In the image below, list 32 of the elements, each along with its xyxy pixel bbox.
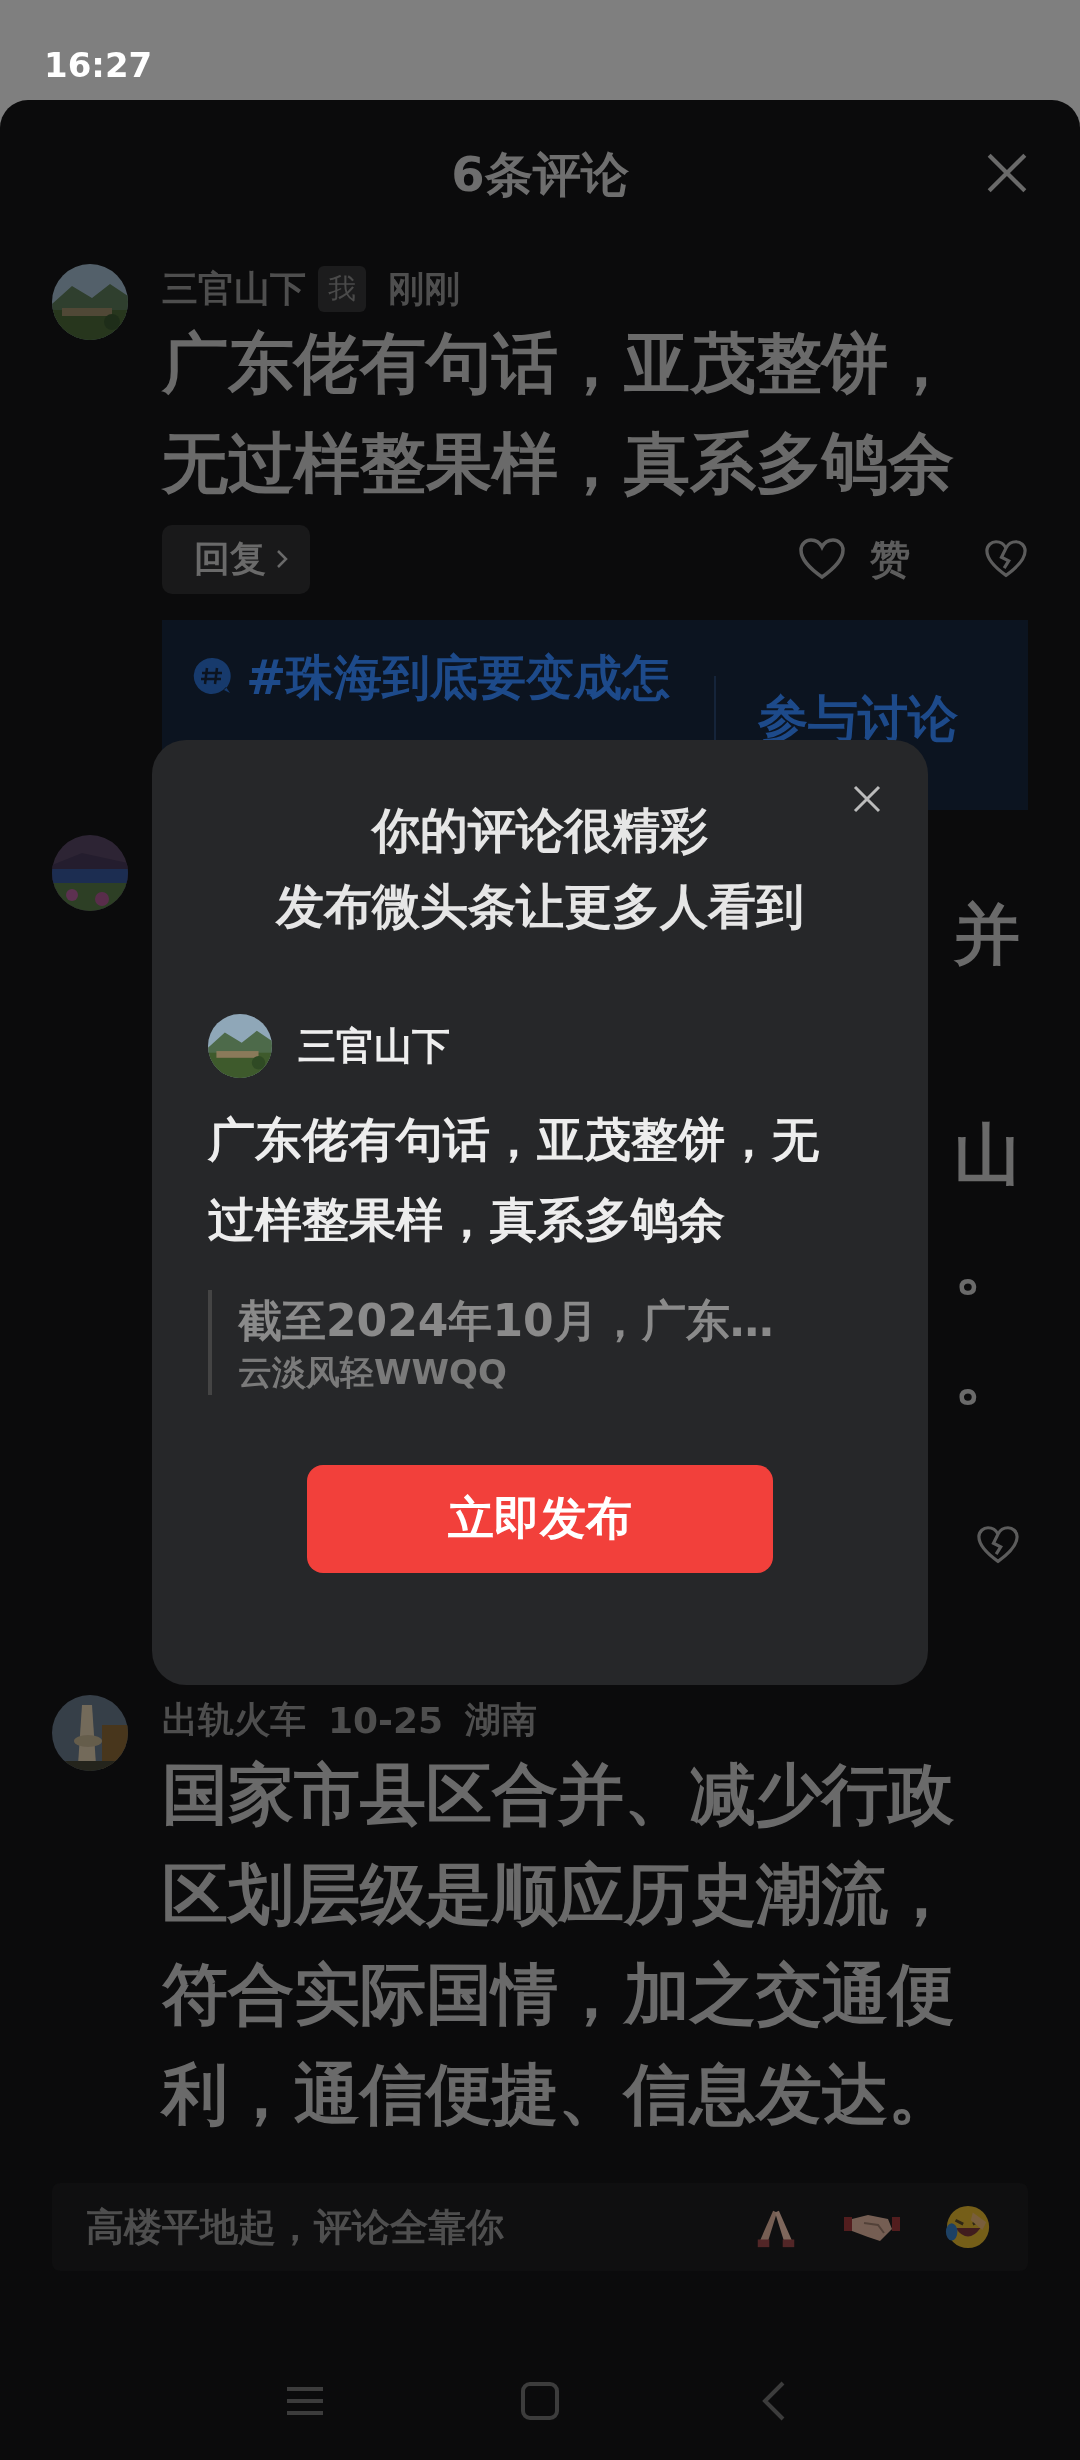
heart-icon[interactable] — [798, 537, 846, 581]
comment-text: 广东佬有句话，亚茂整饼，无过样整果样，真系多鸲余 — [162, 324, 955, 504]
comment-meta: 湖南 — [465, 1697, 538, 1742]
broken-heart-icon[interactable] — [976, 1525, 1020, 1565]
quoted-author: 云淡风轻WWQQ — [238, 1352, 508, 1392]
author-name: 三官山下 — [298, 1022, 450, 1070]
comment-meta: 刚刚 — [388, 266, 460, 311]
author-name[interactable]: 三官山下 — [162, 264, 306, 314]
dialog-title: 发布微头条让更多人看到 — [276, 877, 804, 936]
comment-text-fragment: 。 — [954, 1225, 1020, 1305]
close-icon[interactable] — [852, 784, 882, 814]
comment-text: 国家市县区合并、减少行政区划层级是顺应历史潮流，符合实际国情，加之交通便利，通信便捷、信息发达。 — [162, 1755, 955, 2135]
hashtag-bubble-icon — [192, 656, 232, 696]
home-icon[interactable] — [520, 2381, 560, 2421]
reply-button[interactable]: 回复 — [162, 524, 310, 594]
topic-title[interactable]: #珠海到底要变成怎 — [246, 646, 671, 710]
status-time: 16:27 — [44, 44, 153, 85]
comment-text-fragment: 并 — [954, 895, 1020, 975]
publish-button[interactable]: 立即发布 — [307, 1465, 773, 1573]
broken-heart-icon[interactable] — [984, 539, 1028, 579]
author-name[interactable]: 出轨火车 — [162, 1695, 306, 1745]
like-label[interactable]: 赞 — [870, 531, 910, 587]
comment-text-fragment: 。 — [954, 1335, 1020, 1415]
close-icon[interactable] — [986, 152, 1028, 194]
post-text: 广东佬有句话，亚茂整饼，无过样整果样，真系多鸲余 — [208, 1111, 820, 1249]
comment-bar[interactable]: 高楼平地起，评论全靠你 — [52, 2183, 1028, 2271]
chevron-icon — [276, 548, 288, 570]
comment-text-fragment: 山 — [954, 1115, 1020, 1195]
quoted-text: 截至2024年10月，广东… — [238, 1294, 775, 1348]
comment-input[interactable]: 高楼平地起，评论全靠你 — [84, 2204, 708, 2250]
sheet-title: 6条评论 — [451, 145, 629, 204]
comment-meta: 10-25 — [328, 1699, 444, 1741]
